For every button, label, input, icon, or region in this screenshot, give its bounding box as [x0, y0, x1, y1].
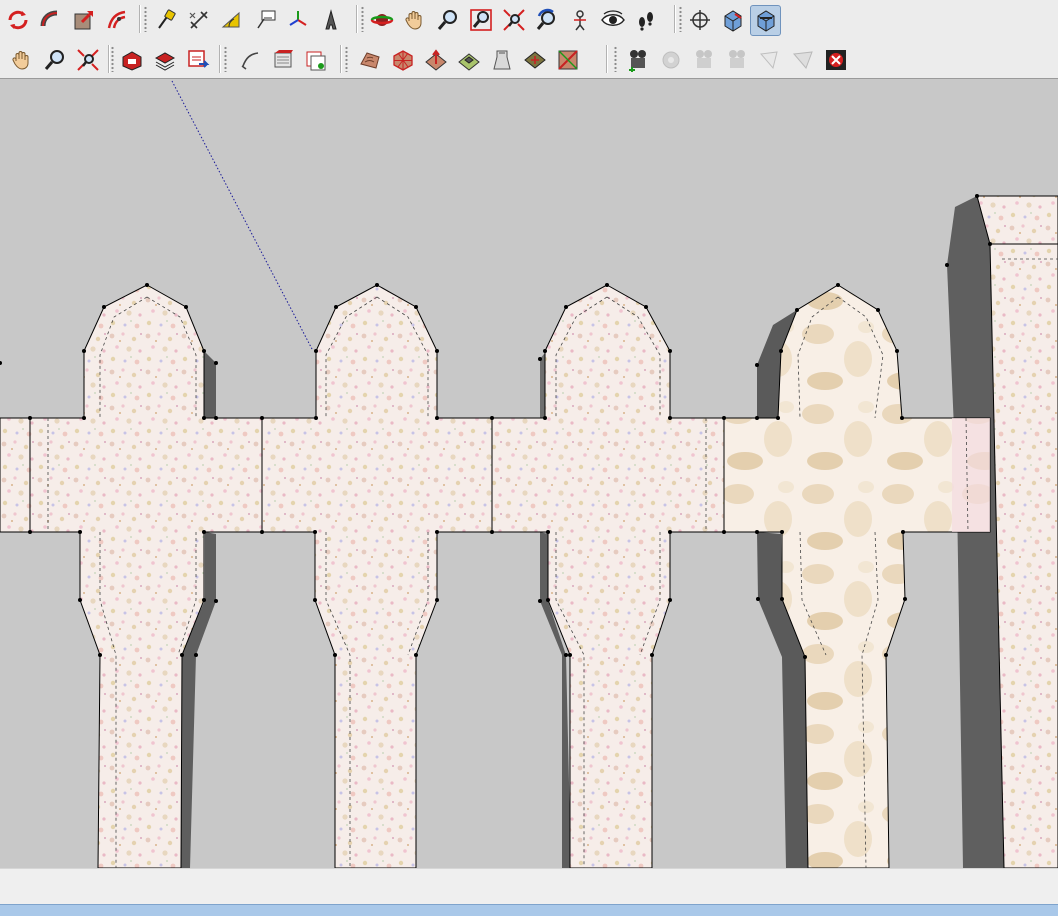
follow-me-icon[interactable]	[35, 5, 66, 36]
add-detail-icon[interactable]	[519, 45, 550, 76]
camera-properties-icon[interactable]	[688, 45, 719, 76]
frustum-lines-icon[interactable]	[721, 45, 752, 76]
position-camera-icon[interactable]	[564, 5, 595, 36]
toolbar-row-top	[0, 0, 1058, 41]
pan-icon[interactable]	[6, 45, 37, 76]
zoom-icon[interactable]	[39, 45, 70, 76]
3d-text-icon[interactable]	[315, 5, 346, 36]
photo-textures-icon[interactable]	[300, 45, 331, 76]
toolbar-group-warehouse	[116, 43, 215, 77]
toolbar-group-construction	[150, 3, 348, 37]
pan-icon[interactable]	[399, 5, 430, 36]
get-models-icon[interactable]	[116, 45, 147, 76]
smoove-icon[interactable]	[420, 45, 451, 76]
show-frustum-icon[interactable]	[754, 45, 785, 76]
drawing-viewport[interactable]	[0, 79, 1058, 868]
toolbar-group-advanced-camera	[622, 43, 853, 77]
share-model-icon[interactable]	[149, 45, 180, 76]
os-taskbar	[0, 904, 1058, 916]
orbit-rotate-icon[interactable]	[2, 5, 33, 36]
toolbar-group-section	[684, 3, 783, 37]
toolbar-group-sandbox	[354, 43, 585, 77]
picket-1	[29, 284, 263, 868]
toggle-terrain-icon[interactable]	[267, 45, 298, 76]
clear-camera-icon[interactable]	[820, 45, 851, 76]
toolbar-group-edit-tools	[2, 3, 134, 37]
stamp-icon[interactable]	[453, 45, 484, 76]
toolbar-group-camera	[366, 3, 663, 37]
dimension-icon[interactable]	[183, 5, 214, 36]
toolbar-row-bottom	[0, 40, 1058, 79]
walk-icon[interactable]	[630, 5, 661, 36]
zoom-extents-icon[interactable]	[72, 45, 103, 76]
text-label-icon[interactable]	[249, 5, 280, 36]
look-around-icon[interactable]	[597, 5, 628, 36]
zoom-icon[interactable]	[432, 5, 463, 36]
axes-icon[interactable]	[282, 5, 313, 36]
scale-icon[interactable]	[68, 5, 99, 36]
orbit-icon[interactable]	[366, 5, 397, 36]
camera-guide-icon[interactable]	[787, 45, 818, 76]
sandbox-from-scratch-icon[interactable]	[387, 45, 418, 76]
tape-measure-icon[interactable]	[150, 5, 181, 36]
fence-model-scene[interactable]	[0, 79, 1058, 868]
look-through-camera-icon[interactable]	[655, 45, 686, 76]
zoom-window-icon[interactable]	[465, 5, 496, 36]
display-section-planes-icon[interactable]	[717, 5, 748, 36]
status-bar	[0, 868, 1058, 905]
zoom-extents-icon[interactable]	[498, 5, 529, 36]
toolbar-group-navigation	[6, 43, 105, 77]
rail-segment	[0, 417, 31, 533]
create-camera-icon[interactable]	[622, 45, 653, 76]
sandbox-from-contours-icon[interactable]	[354, 45, 385, 76]
section-plane-icon[interactable]	[684, 5, 715, 36]
previous-view-icon[interactable]	[531, 5, 562, 36]
toolbar-group-location	[234, 43, 333, 77]
picket-3	[491, 284, 725, 868]
add-location-icon[interactable]	[234, 45, 265, 76]
picket-2	[261, 284, 493, 868]
protractor-icon[interactable]	[216, 5, 247, 36]
drape-icon[interactable]	[486, 45, 517, 76]
share-component-icon[interactable]	[182, 45, 213, 76]
flip-edge-icon[interactable]	[552, 45, 583, 76]
display-section-cuts-icon[interactable]	[750, 4, 781, 36]
offset-icon[interactable]	[101, 5, 132, 36]
inference-line	[171, 80, 313, 350]
